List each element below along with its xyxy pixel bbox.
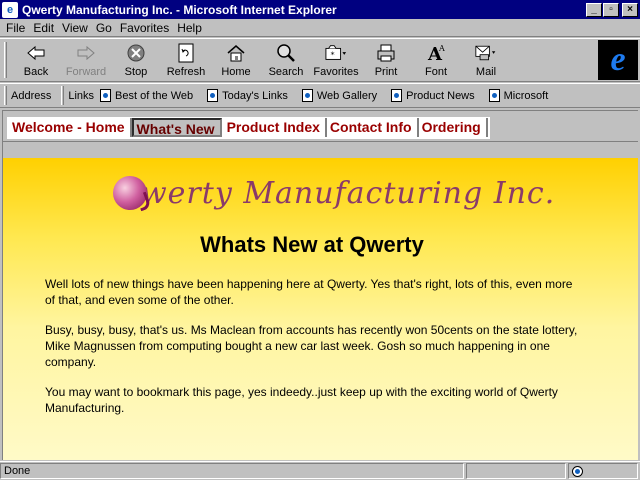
- nav-label: Contact Info: [329, 119, 412, 135]
- mail-label: Mail: [475, 66, 497, 78]
- page-body: werty Manufacturing Inc. Whats New at Qw…: [3, 158, 638, 460]
- links-grip[interactable]: [61, 86, 65, 105]
- nav-frame-divider: [3, 141, 638, 158]
- paragraph-3: You may want to bookmark this page, yes …: [45, 385, 558, 415]
- print-button[interactable]: Print: [361, 39, 411, 81]
- toolbar-grip[interactable]: [4, 42, 7, 78]
- stop-icon: [125, 43, 147, 63]
- browser-content: Welcome - Home What's New Product Index …: [2, 110, 638, 460]
- font-button[interactable]: AA Font: [411, 39, 461, 81]
- window-title: Qwerty Manufacturing Inc. - Microsoft In…: [22, 2, 337, 17]
- refresh-label: Refresh: [166, 66, 206, 78]
- favorites-button[interactable]: * Favorites: [311, 39, 361, 81]
- menu-go[interactable]: Go: [94, 21, 118, 35]
- forward-label: Forward: [65, 66, 107, 78]
- standard-toolbar: Back Forward Stop Refresh Home Search *: [0, 38, 640, 82]
- title-bar: e Qwerty Manufacturing Inc. - Microsoft …: [0, 0, 640, 19]
- nav-label: What's New: [136, 121, 215, 137]
- link-label: Microsoft: [503, 89, 549, 102]
- back-label: Back: [23, 66, 49, 78]
- page-icon: [488, 89, 500, 102]
- status-panel-progress: [466, 463, 566, 479]
- font-icon: AA: [425, 43, 447, 63]
- svg-text:*: *: [331, 50, 335, 60]
- minimize-button[interactable]: _: [586, 2, 602, 17]
- nav-welcome-home[interactable]: Welcome - Home: [9, 118, 132, 137]
- link-label: Web Gallery: [316, 89, 378, 102]
- page-icon: [207, 89, 219, 102]
- nav-contact-info[interactable]: Contact Info: [327, 118, 419, 137]
- page-heading: Whats New at Qwerty: [200, 232, 424, 257]
- mail-button[interactable]: Mail: [461, 39, 511, 81]
- menu-favorites[interactable]: Favorites: [118, 21, 175, 35]
- back-arrow-icon: [25, 43, 47, 63]
- link-label: Today's Links: [222, 89, 288, 102]
- links-bar: Address Links Best of the Web Today's Li…: [0, 83, 640, 108]
- mail-icon: [475, 43, 497, 63]
- menu-view[interactable]: View: [60, 21, 94, 35]
- link-best-of-the-web[interactable]: Best of the Web: [100, 89, 193, 102]
- nav-ordering[interactable]: Ordering: [419, 118, 488, 137]
- favorites-label: Favorites: [313, 66, 359, 78]
- page-icon: [391, 89, 403, 102]
- logo-text: werty Manufacturing Inc.: [141, 175, 556, 211]
- address-label[interactable]: Address: [11, 90, 51, 102]
- nav-label: Ordering: [421, 119, 481, 135]
- stop-button[interactable]: Stop: [111, 39, 161, 81]
- refresh-button[interactable]: Refresh: [161, 39, 211, 81]
- home-button[interactable]: Home: [211, 39, 261, 81]
- globe-icon: [572, 465, 583, 477]
- ie-logo-icon: e: [598, 40, 638, 80]
- company-logo: werty Manufacturing Inc.: [113, 168, 555, 218]
- link-todays-links[interactable]: Today's Links: [207, 89, 288, 102]
- link-product-news[interactable]: Product News: [391, 89, 475, 102]
- link-microsoft[interactable]: Microsoft: [488, 89, 549, 102]
- print-label: Print: [374, 66, 398, 78]
- maximize-button[interactable]: ▫: [603, 2, 619, 17]
- forward-button[interactable]: Forward: [61, 39, 111, 81]
- status-panel-zone: [568, 463, 638, 479]
- nav-label: Product Index: [226, 119, 320, 135]
- menu-help[interactable]: Help: [175, 21, 208, 35]
- stop-label: Stop: [124, 66, 148, 78]
- logo-q-ball-icon: [113, 176, 147, 210]
- window-controls: _ ▫ ×: [585, 2, 638, 17]
- menu-file[interactable]: File: [4, 21, 31, 35]
- home-label: Home: [221, 66, 251, 78]
- status-bar: Done: [0, 461, 640, 480]
- printer-icon: [375, 43, 397, 63]
- nav-whats-new[interactable]: What's New: [131, 118, 222, 137]
- page-icon: [100, 89, 112, 102]
- search-button[interactable]: Search: [261, 39, 311, 81]
- favorites-icon: *: [325, 43, 347, 63]
- link-label: Best of the Web: [115, 89, 194, 102]
- back-button[interactable]: Back: [11, 39, 61, 81]
- address-grip[interactable]: [4, 86, 7, 105]
- menu-edit[interactable]: Edit: [31, 21, 60, 35]
- forward-arrow-icon: [75, 43, 97, 63]
- links-label: Links: [68, 89, 95, 102]
- page-icon: [301, 89, 313, 102]
- paragraph-1: Well lots of new things have been happen…: [45, 277, 573, 307]
- ie-page-icon[interactable]: e: [2, 1, 18, 18]
- site-nav-tabs: Welcome - Home What's New Product Index …: [7, 117, 490, 139]
- site-nav-frame: Welcome - Home What's New Product Index …: [3, 111, 638, 158]
- svg-text:A: A: [438, 44, 445, 53]
- menu-bar: File Edit View Go Favorites Help: [0, 19, 640, 37]
- paragraph-2: Busy, busy, busy, that's us. Ms Maclean …: [45, 323, 578, 369]
- refresh-icon: [175, 43, 197, 63]
- search-icon: [275, 43, 297, 63]
- status-text: Done: [0, 463, 464, 479]
- link-label: Product News: [406, 89, 475, 102]
- close-button[interactable]: ×: [622, 2, 638, 17]
- link-web-gallery[interactable]: Web Gallery: [301, 89, 378, 102]
- font-label: Font: [424, 66, 447, 78]
- nav-label: Welcome - Home: [12, 119, 125, 135]
- home-icon: [225, 43, 247, 63]
- nav-product-index[interactable]: Product Index: [224, 118, 327, 137]
- search-label: Search: [268, 66, 304, 78]
